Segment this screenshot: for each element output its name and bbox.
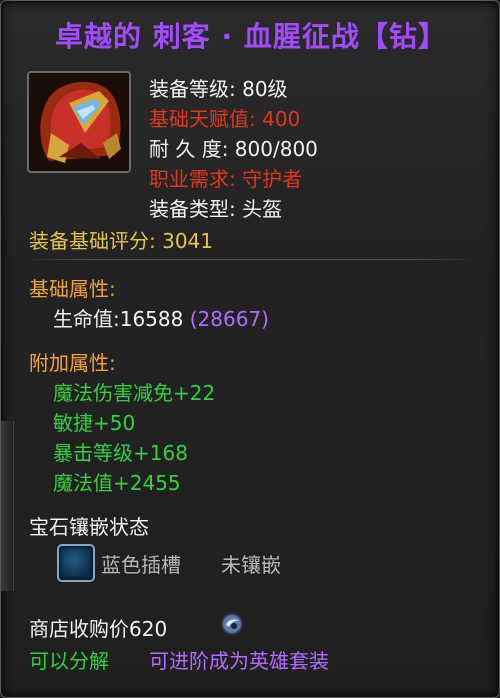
blue-socket-icon [57, 544, 95, 582]
item-title: 卓越的 刺客 · 血腥征战【钻】 [55, 20, 447, 53]
gem-status-header: 宝石镶嵌状态 [29, 515, 149, 539]
hp-label: 生命值:16588 [53, 307, 184, 331]
extra-attribute: 敏捷+50 [53, 411, 136, 435]
upgrade-status: 可进阶成为英雄套装 [149, 649, 329, 673]
class-requirement: 职业需求: 守护者 [149, 167, 303, 191]
socket-label: 蓝色插槽 [101, 553, 181, 577]
extra-attributes-header: 附加属性: [29, 351, 116, 375]
divider [23, 259, 479, 260]
helmet-icon [27, 71, 131, 173]
base-attributes-header: 基础属性: [29, 277, 116, 301]
extra-attribute: 魔法伤害减免+22 [53, 381, 216, 405]
equip-level: 装备等级: 80级 [149, 77, 288, 101]
hp-extra: (28667) [189, 307, 269, 331]
decompose-status: 可以分解 [29, 649, 109, 673]
socket-status: 未镶嵌 [221, 553, 281, 577]
sell-price: 商店收购价620 [29, 617, 168, 641]
item-tooltip: 卓越的 刺客 · 血腥征战【钻】 装备等级: 80级 基础天赋值: 400 耐 … [0, 0, 500, 698]
extra-attribute: 暴击等级+168 [53, 441, 188, 465]
base-score: 装备基础评分: 3041 [29, 229, 213, 253]
durability: 耐 久 度: 800/800 [149, 137, 318, 161]
coin-icon [219, 611, 245, 637]
extra-attribute: 魔法值+2455 [53, 471, 181, 495]
talent-value: 基础天赋值: 400 [149, 107, 301, 131]
hp-value: 生命值:16588 (28667) [53, 303, 269, 332]
equip-type: 装备类型: 头盔 [149, 197, 283, 221]
panel-edge [1, 421, 14, 591]
